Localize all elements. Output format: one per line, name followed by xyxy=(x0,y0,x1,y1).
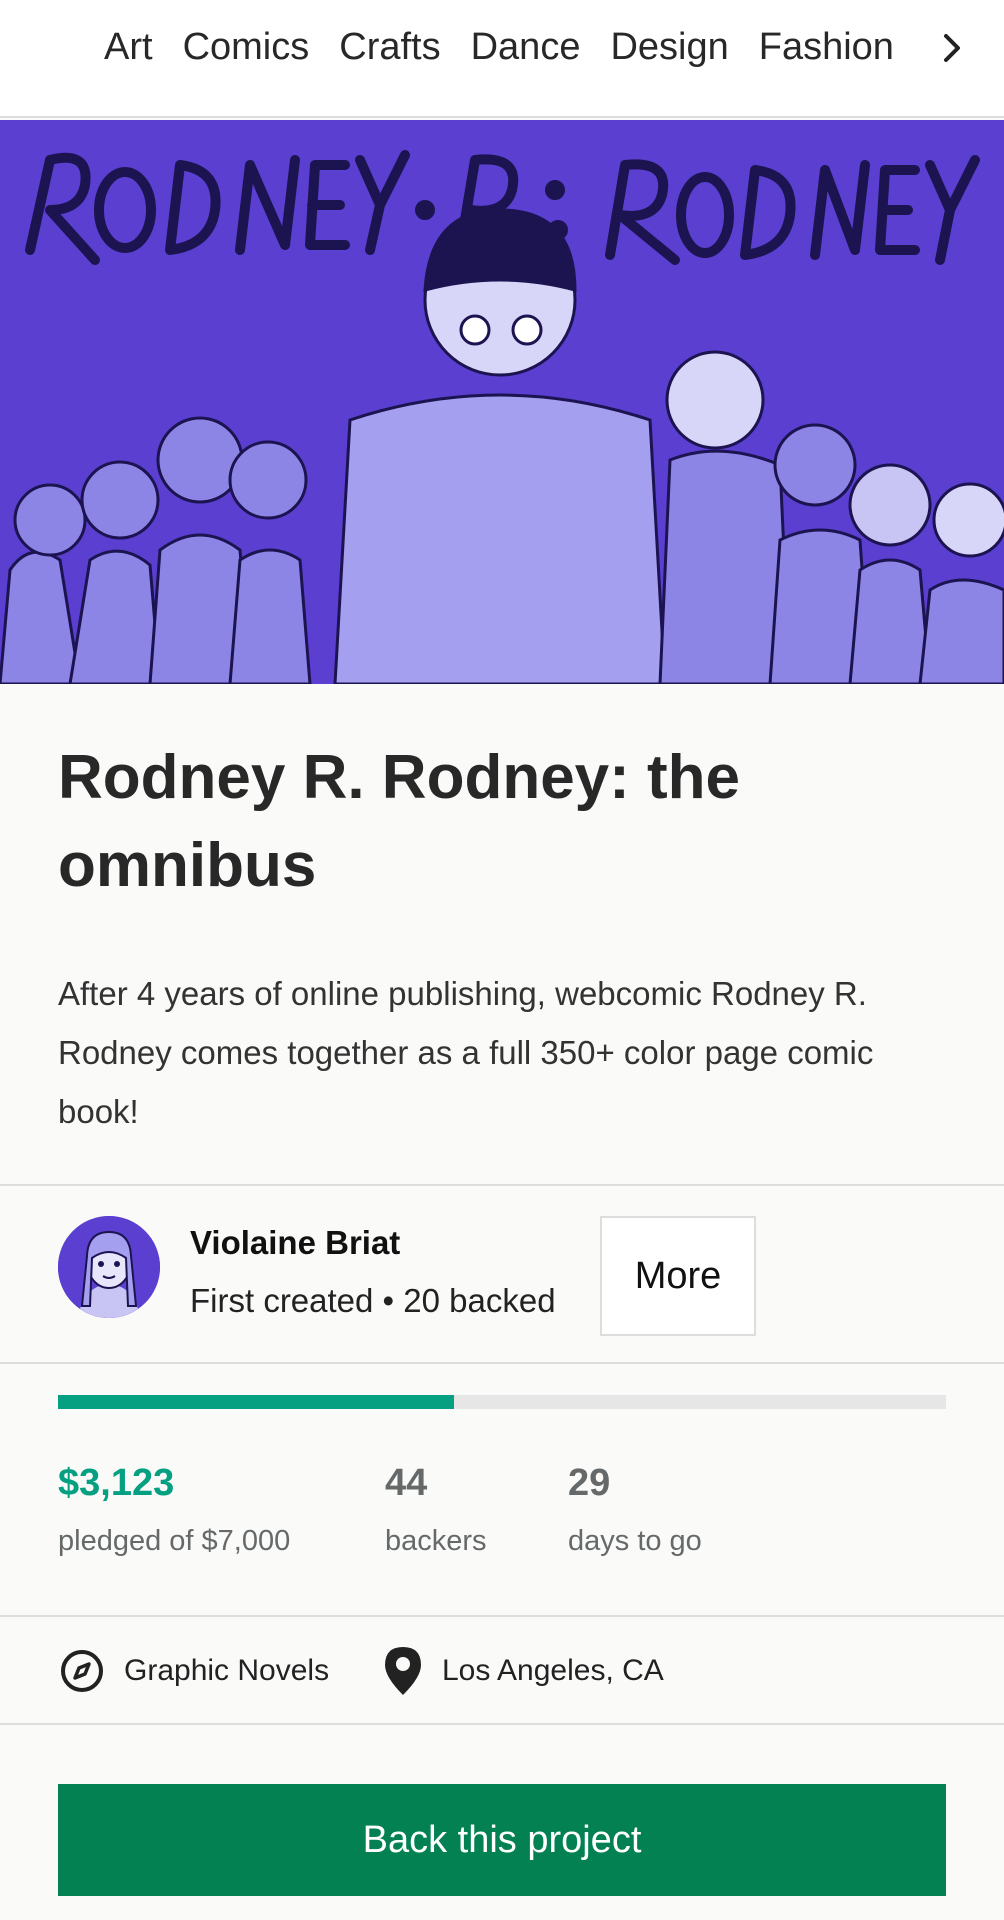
project-category: Graphic Novels xyxy=(124,1654,330,1687)
project-category-link[interactable]: Graphic Novels xyxy=(58,1617,329,1725)
funding-stats: $3,123 pledged of $7,000 44 backers 29 d… xyxy=(0,1455,1004,1615)
project-blurb: After 4 years of online publishing, webc… xyxy=(58,975,874,1130)
stat-backers: 44 backers xyxy=(385,1455,487,1563)
compass-icon xyxy=(61,1650,103,1692)
backers-label: backers xyxy=(385,1525,487,1557)
pledged-label: pledged of $7,000 xyxy=(58,1525,291,1557)
pledged-amount: $3,123 xyxy=(58,1462,175,1504)
days-label: days to go xyxy=(568,1525,702,1557)
funding-progress-fill xyxy=(58,1395,455,1409)
stat-days: 29 days to go xyxy=(568,1455,702,1563)
more-button[interactable]: More xyxy=(600,1216,756,1336)
creator-meta: First created • 20 backed xyxy=(190,1282,556,1319)
hero-image xyxy=(0,120,1004,684)
category-fashion[interactable]: Fashion xyxy=(759,24,894,74)
category-comics[interactable]: Comics xyxy=(183,24,310,74)
category-art[interactable]: Art xyxy=(104,24,153,74)
category-crafts[interactable]: Crafts xyxy=(339,24,440,74)
backers-count: 44 xyxy=(385,1462,428,1504)
funding-progress-bar xyxy=(58,1395,946,1409)
map-pin-icon xyxy=(385,1647,421,1695)
category-dance[interactable]: Dance xyxy=(471,24,581,74)
back-this-project-button[interactable]: Back this project xyxy=(58,1784,946,1896)
project-location: Los Angeles, CA xyxy=(442,1654,664,1687)
comic-cover-illustration xyxy=(0,120,1004,684)
creator-row: Violaine Briat First created • 20 backed… xyxy=(0,1184,1004,1364)
category-design[interactable]: Design xyxy=(610,24,728,74)
project-meta-row: Graphic Novels Los Angeles, CA xyxy=(0,1615,1004,1725)
project-title: Rodney R. Rodney: the omnibus xyxy=(58,743,741,900)
creator-avatar-icon xyxy=(58,1216,160,1318)
days-count: 29 xyxy=(568,1462,611,1504)
avatar[interactable] xyxy=(58,1216,160,1318)
chevron-right-icon[interactable] xyxy=(936,30,968,66)
stat-pledged: $3,123 pledged of $7,000 xyxy=(58,1455,290,1563)
category-nav: Art Comics Crafts Dance Design Fashion xyxy=(0,0,1004,118)
category-list: Art Comics Crafts Dance Design Fashion xyxy=(104,24,924,74)
creator-name[interactable]: Violaine Briat xyxy=(190,1224,400,1262)
project-location-link[interactable]: Los Angeles, CA xyxy=(382,1617,664,1725)
